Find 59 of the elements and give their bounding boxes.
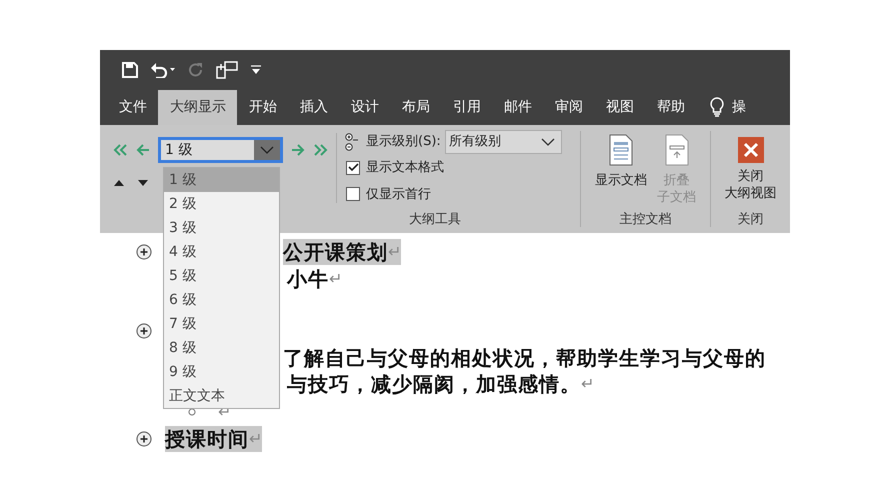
body-text: 与技巧，减少隔阂，加强感情。 [287, 371, 581, 397]
save-icon[interactable] [122, 62, 138, 78]
ribbon-tab[interactable]: 大纲显示 [158, 90, 237, 125]
document-icon [664, 134, 688, 166]
dropdown-item[interactable]: 9 级 [164, 360, 279, 384]
checkbox[interactable] [346, 187, 360, 202]
group-label: 主控文档 [618, 211, 672, 229]
dropdown-item[interactable]: 3 级 [164, 216, 279, 240]
expand-icon[interactable] [136, 431, 152, 447]
ribbon-tab[interactable]: 插入 [288, 90, 339, 125]
chevron-down-icon[interactable] [540, 138, 555, 146]
show-level-label: 显示级别(S): [366, 133, 441, 152]
close-icon [738, 137, 764, 163]
ribbon-tab[interactable]: 设计 [339, 90, 390, 125]
ribbon-tab[interactable]: 开始 [237, 90, 288, 125]
dropdown-item[interactable]: 4 级 [164, 240, 279, 264]
lightbulb-icon[interactable] [710, 97, 724, 117]
ribbon-tab[interactable]: 文件 [107, 90, 158, 125]
ribbon-tab[interactable]: 邮件 [492, 90, 543, 125]
ribbon-tab[interactable]: 审阅 [543, 90, 594, 125]
ribbon-tab[interactable]: 视图 [594, 90, 645, 125]
undo-icon[interactable] [150, 62, 176, 78]
paragraph-mark: ↵ [581, 373, 594, 395]
move-up-icon[interactable] [114, 180, 124, 186]
expand-icon[interactable] [136, 323, 152, 339]
ribbon-button[interactable]: 显示文档 [591, 134, 651, 211]
document-icon [609, 134, 633, 166]
bullet-icon [188, 408, 196, 416]
group-label: 大纲工具 [409, 212, 461, 227]
show-level-icon [344, 133, 358, 151]
dropdown-item[interactable]: 8 级 [164, 336, 279, 360]
checkbox[interactable] [346, 160, 360, 175]
move-down-icon[interactable] [138, 180, 148, 186]
paragraph-mark: ↵ [388, 241, 402, 263]
dropdown-item[interactable]: 1 级 [164, 168, 279, 192]
outline-level-dropdown[interactable]: 1 级 [158, 137, 283, 163]
dropdown-item[interactable]: 6 级 [164, 288, 279, 312]
body-text: 了解自己与父母的相处状况，帮助学生学习与父母的 [283, 345, 766, 371]
body-text: 小牛 [287, 266, 329, 292]
expand-icon[interactable] [136, 244, 152, 260]
ribbon-tab[interactable]: 引用 [441, 90, 492, 125]
ribbon-tab[interactable]: 帮助 [645, 90, 696, 125]
paragraph-mark: ↵ [249, 428, 262, 450]
dropdown-item[interactable]: 7 级 [164, 312, 279, 336]
checkbox-label: 显示文本格式 [366, 159, 444, 177]
paragraph-mark: ↵ [329, 268, 342, 290]
group-label: 关闭 [736, 211, 764, 229]
checkbox-label: 仅显示首行 [366, 186, 431, 204]
customize-icon[interactable] [250, 65, 262, 75]
touch-mode-icon[interactable] [216, 61, 238, 79]
close-outline-view-button[interactable]: 关闭 大纲视图 [720, 137, 780, 211]
heading-text: 公开课策划 [283, 239, 388, 265]
dropdown-item[interactable]: 正文文本 [164, 384, 279, 408]
ribbon-tab[interactable]: 布局 [390, 90, 441, 125]
dropdown-item[interactable]: 2 级 [164, 192, 279, 216]
show-level-select[interactable]: 所有级别 [444, 130, 562, 154]
heading-text: 授课时间 [165, 426, 249, 452]
dropdown-item[interactable]: 5 级 [164, 264, 279, 288]
tell-me-text[interactable]: 操 [732, 90, 746, 125]
